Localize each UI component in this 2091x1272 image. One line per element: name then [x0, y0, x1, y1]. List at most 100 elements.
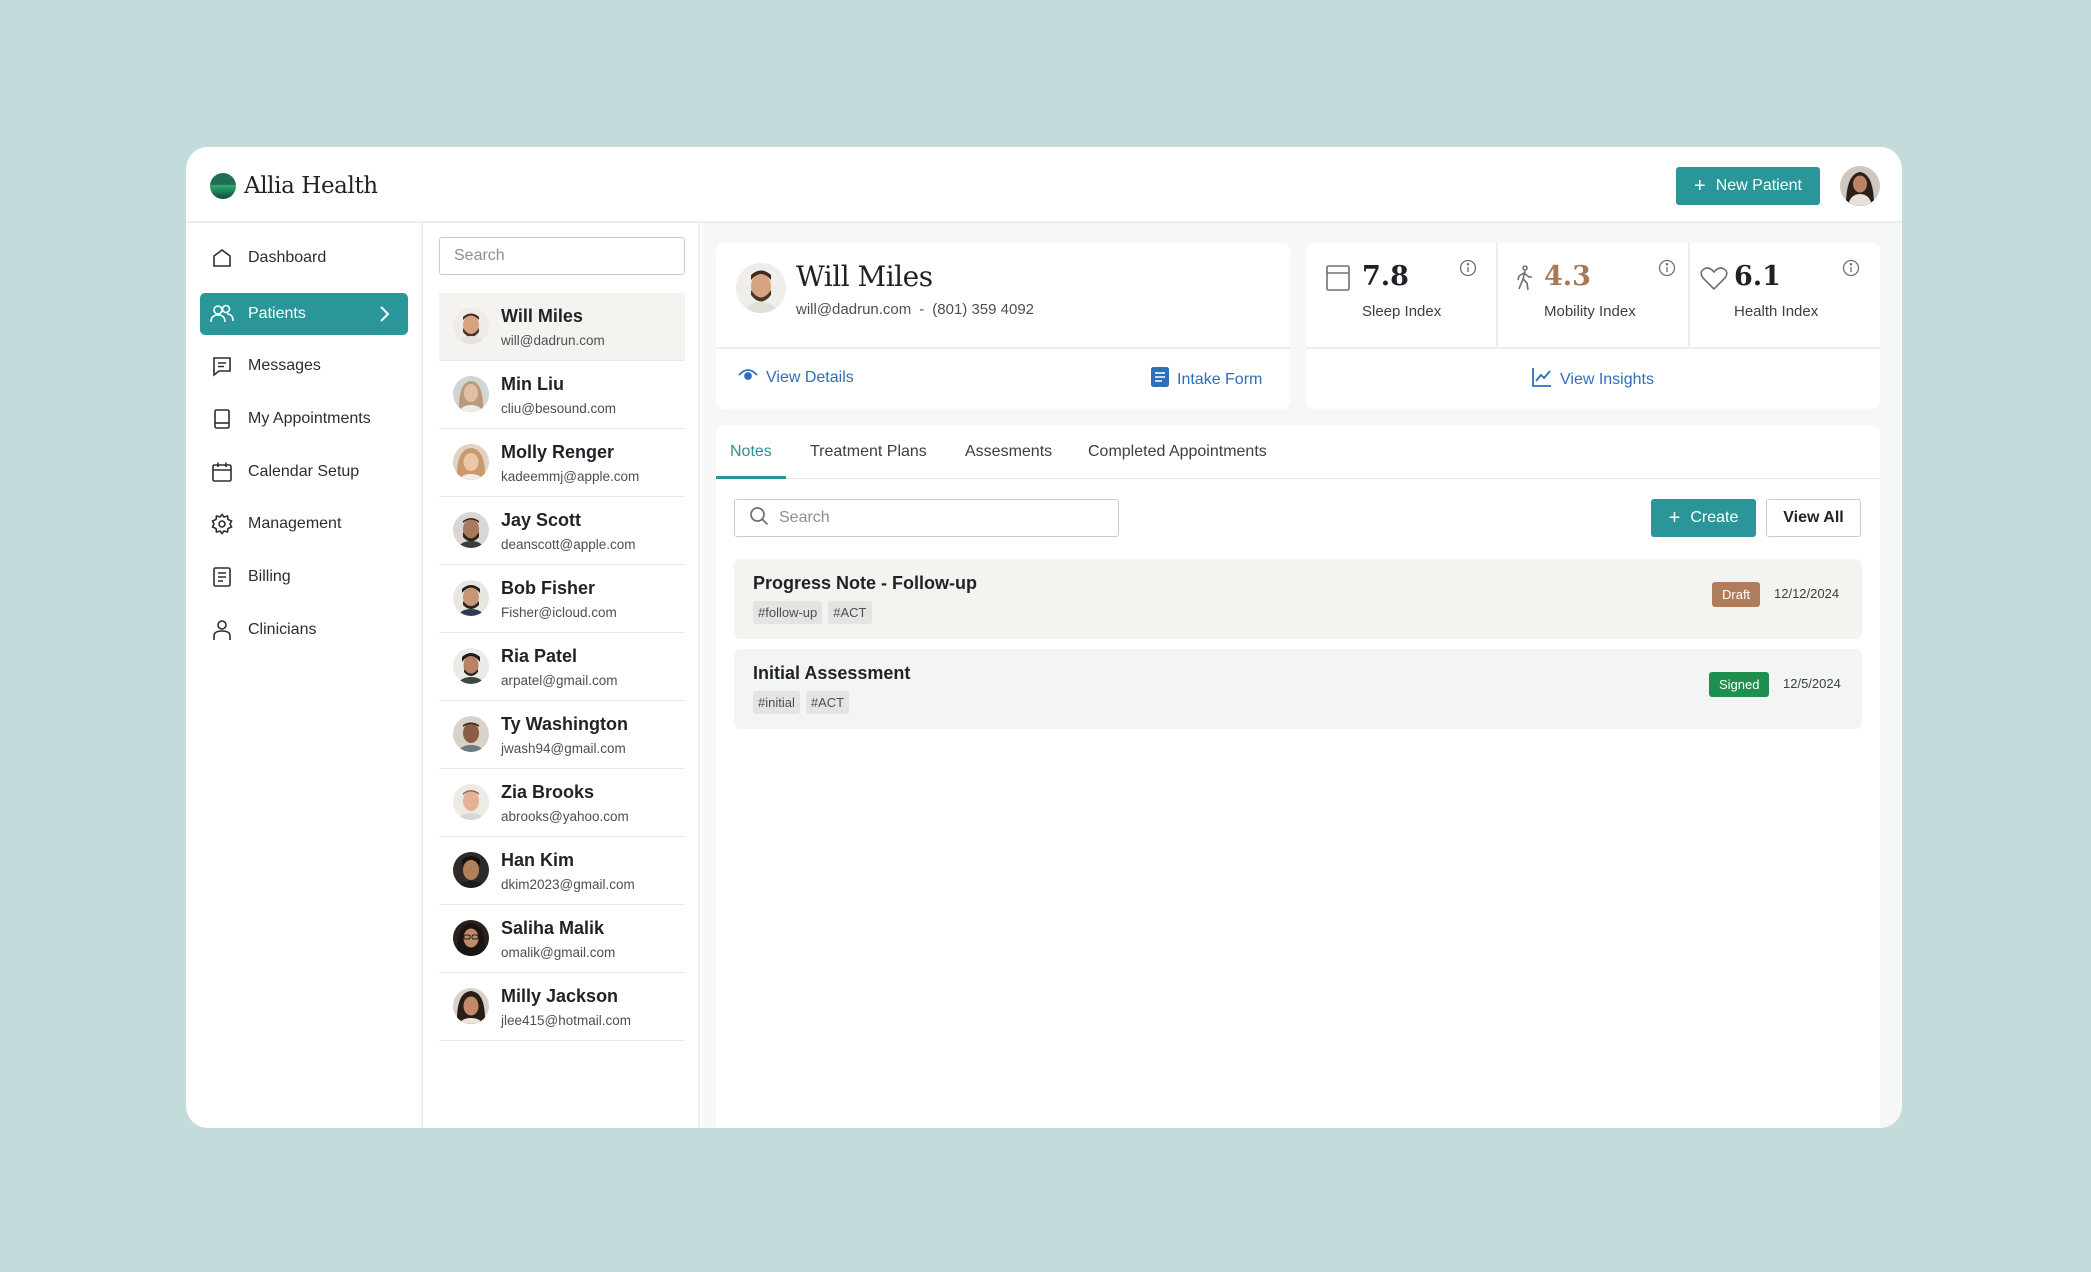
sidebar-item-calendar-setup[interactable]: Calendar Setup: [200, 451, 408, 493]
sidebar-item-clinicians[interactable]: Clinicians: [200, 609, 408, 651]
tab-completed-appointments[interactable]: Completed Appointments: [1088, 425, 1267, 479]
patient-email: omalik@gmail.com: [501, 945, 616, 960]
notes-search-input[interactable]: Search: [734, 499, 1119, 537]
mobility-index-value: 4.3: [1544, 261, 1591, 292]
patient-row[interactable]: Bob Fisher Fisher@icloud.com: [439, 565, 685, 633]
message-icon: [210, 354, 234, 378]
view-all-button[interactable]: View All: [1766, 499, 1861, 537]
patient-list-panel: Search Will Miles will@dadrun.com Min Li…: [425, 223, 700, 1128]
eye-icon: [738, 368, 758, 387]
patient-search-input[interactable]: Search: [439, 237, 685, 275]
patient-email: dkim2023@gmail.com: [501, 877, 635, 892]
info-icon[interactable]: [1658, 259, 1676, 277]
create-label: Create: [1690, 509, 1739, 526]
patient-name: Han Kim: [501, 850, 575, 870]
app-window: Allia Health + New Patient Dashboard Pat…: [186, 147, 1902, 1128]
note-tags: #initial #ACT: [753, 691, 850, 714]
users-icon: [210, 302, 234, 326]
note-tag[interactable]: #ACT: [828, 601, 872, 624]
sidebar-item-management[interactable]: Management: [200, 503, 408, 545]
patient-avatar: [453, 988, 489, 1024]
patient-email: abrooks@yahoo.com: [501, 809, 629, 824]
note-tag[interactable]: #ACT: [805, 691, 850, 714]
sidebar-item-messages[interactable]: Messages: [200, 345, 408, 387]
mobility-index-stat: 4.3 Mobility Index: [1498, 243, 1688, 347]
patient-name: Min Liu: [501, 374, 564, 394]
person-icon: [210, 618, 234, 642]
status-badge: Draft: [1712, 582, 1761, 607]
insights-card: 7.8 Sleep Index 4.3 Mobility Index 6.1 H…: [1306, 243, 1880, 409]
tab-assesments[interactable]: Assesments: [965, 425, 1052, 479]
note-date: 12/12/2024: [1774, 586, 1840, 601]
plus-icon: +: [1694, 175, 1706, 197]
patient-row[interactable]: Han Kim dkim2023@gmail.com: [439, 837, 685, 905]
patient-contact-line: will@dadrun.com - (801) 359 4092: [796, 301, 1034, 318]
sidebar-item-label: Management: [248, 515, 342, 532]
calendar-icon: [1326, 265, 1350, 296]
patient-name: Ty Washington: [501, 714, 628, 734]
app-logo[interactable]: Allia Health: [210, 172, 378, 200]
patient-row[interactable]: Molly Renger kadeemmj@apple.com: [439, 429, 685, 497]
sidebar-item-patients[interactable]: Patients: [200, 293, 408, 335]
tab-treatment-plans[interactable]: Treatment Plans: [810, 425, 927, 479]
view-insights-label: View Insights: [1560, 370, 1654, 388]
view-details-link[interactable]: View Details: [738, 368, 854, 387]
notes-panel: Notes Treatment Plans Assesments Complet…: [716, 425, 1880, 1128]
patient-avatar: [453, 444, 489, 480]
patient-row[interactable]: Zia Brooks abrooks@yahoo.com: [439, 769, 685, 837]
note-date: 12/5/2024: [1783, 676, 1841, 691]
info-icon[interactable]: [1459, 259, 1477, 277]
sidebar-item-label: Patients: [248, 305, 306, 322]
note-tag[interactable]: #initial: [753, 691, 800, 714]
tab-notes[interactable]: Notes: [716, 425, 786, 479]
patient-email: cliu@besound.com: [501, 401, 617, 416]
patient-avatar: [453, 784, 489, 820]
view-insights-link[interactable]: View Insights: [1532, 367, 1654, 392]
patient-name: Ria Patel: [501, 646, 578, 666]
patient-email: will@dadrun.com: [796, 301, 912, 318]
sidebar-item-label: My Appointments: [248, 410, 371, 427]
book-icon: [210, 407, 234, 431]
patient-email: jwash94@gmail.com: [501, 741, 626, 756]
search-icon: [749, 506, 769, 531]
calendar-icon: [210, 460, 234, 484]
patient-avatar: [453, 376, 489, 412]
patient-avatar: [453, 648, 489, 684]
patient-row[interactable]: Milly Jackson jlee415@hotmail.com: [439, 973, 685, 1041]
health-index-label: Health Index: [1734, 303, 1819, 320]
sidebar-item-dashboard[interactable]: Dashboard: [200, 237, 408, 279]
patient-row[interactable]: Will Miles will@dadrun.com: [439, 293, 685, 361]
plus-icon: +: [1668, 507, 1681, 529]
patient-email: deanscott@apple.com: [501, 537, 636, 552]
patient-email: jlee415@hotmail.com: [501, 1013, 632, 1028]
sidebar-item-billing[interactable]: Billing: [200, 556, 408, 598]
view-details-label: View Details: [766, 368, 854, 386]
sidebar-item-my-appointments[interactable]: My Appointments: [200, 398, 408, 440]
sidebar: Dashboard Patients Messages My Appointme…: [186, 223, 423, 1128]
patient-avatar: [453, 580, 489, 616]
note-card[interactable]: Initial Assessment #initial #ACT Signed …: [734, 649, 1862, 729]
health-index-value: 6.1: [1734, 261, 1781, 292]
note-tag[interactable]: #follow-up: [753, 601, 823, 624]
patient-row[interactable]: Saliha Malik omalik@gmail.com: [439, 905, 685, 973]
patient-avatar-large: [736, 263, 786, 313]
create-note-button[interactable]: + Create: [1651, 499, 1756, 537]
note-card[interactable]: Progress Note - Follow-up #follow-up #AC…: [734, 559, 1862, 639]
user-avatar[interactable]: [1840, 166, 1880, 206]
intake-form-link[interactable]: Intake Form: [1151, 367, 1262, 392]
patient-row[interactable]: Min Liu cliu@besound.com: [439, 361, 685, 429]
patient-row[interactable]: Ria Patel arpatel@gmail.com: [439, 633, 685, 701]
patient-row[interactable]: Ty Washington jwash94@gmail.com: [439, 701, 685, 769]
document-icon: [210, 565, 234, 589]
patient-name-heading: Will Miles: [796, 260, 933, 293]
card-divider: [1306, 347, 1880, 349]
patient-avatar: [453, 716, 489, 752]
new-patient-button[interactable]: + New Patient: [1676, 167, 1820, 205]
info-icon[interactable]: [1842, 259, 1860, 277]
walking-icon: [1514, 265, 1534, 296]
sleep-index-stat: 7.8 Sleep Index: [1306, 243, 1496, 347]
app-name: Allia Health: [244, 173, 378, 199]
patient-name: Zia Brooks: [501, 782, 595, 802]
patient-row[interactable]: Jay Scott deanscott@apple.com: [439, 497, 685, 565]
gear-icon: [210, 512, 234, 536]
